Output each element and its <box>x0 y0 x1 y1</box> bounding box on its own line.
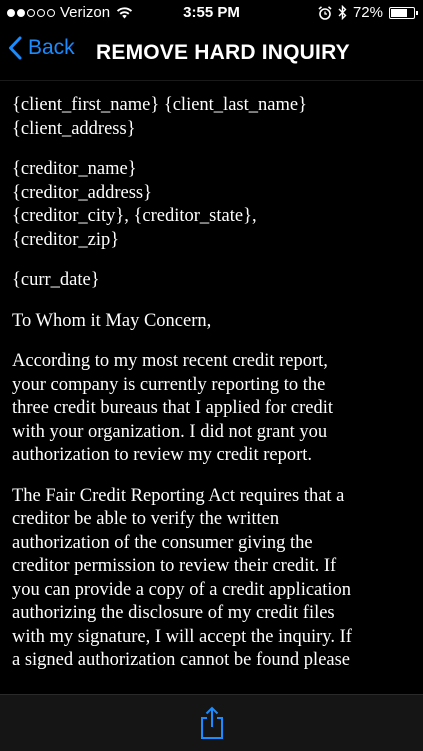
letter-body: {client_first_name} {client_last_name} {… <box>0 80 423 673</box>
letter-line: your company is currently reporting to t… <box>12 374 326 395</box>
letter-line: with my signature, I will accept the inq… <box>12 626 352 647</box>
letter-line: a signed authorization cannot be found p… <box>12 650 351 670</box>
date-line: {curr_date} <box>12 269 411 293</box>
signal-dot <box>27 8 35 17</box>
page-title: REMOVE HARD INQUIRY <box>96 41 350 64</box>
letter-line: {curr_date} <box>12 270 100 290</box>
letter-line: The Fair Credit Reporting Act requires t… <box>12 485 345 506</box>
signal-dot <box>17 8 25 17</box>
letter-line: authorization to review my credit report… <box>12 445 313 465</box>
letter-line: with your organization. I did not grant … <box>12 421 328 442</box>
signal-dot <box>47 8 55 17</box>
carrier-name: Verizon <box>60 4 111 21</box>
letter-line: authorization of the consumer giving the <box>12 532 313 553</box>
client-block: {client_first_name} {client_last_name} {… <box>12 94 411 141</box>
back-button[interactable]: Back <box>8 36 75 60</box>
signal-dot <box>7 8 15 17</box>
letter-line: {client_address} <box>12 118 136 139</box>
letter-line: authorizing the disclosure of my credit … <box>12 603 335 623</box>
share-icon <box>201 706 223 739</box>
status-left: Verizon <box>7 4 133 21</box>
letter-line: you can provide a copy of a credit appli… <box>12 579 352 600</box>
letter-line: three credit bureaus that I applied for … <box>12 398 334 418</box>
alarm-icon <box>318 5 332 20</box>
bottom-toolbar <box>0 694 423 751</box>
bluetooth-icon <box>338 5 347 20</box>
chevron-left-icon <box>9 36 22 60</box>
share-button[interactable] <box>199 706 225 740</box>
letter-line: To Whom it May Concern, <box>12 310 212 331</box>
battery-icon <box>389 6 418 19</box>
signal-strength-icon <box>7 8 55 17</box>
creditor-block: {creditor_name} {creditor_address} {cred… <box>12 158 411 252</box>
letter-line: {creditor_zip} <box>12 229 120 250</box>
paragraph-1: According to my most recent credit repor… <box>12 350 411 468</box>
battery-tip <box>416 10 418 15</box>
status-right: 72% <box>318 4 418 21</box>
letter-line: {creditor_address} <box>12 182 153 203</box>
status-bar: Verizon 3:55 PM 72% <box>0 0 423 28</box>
letter-line: {creditor_name} <box>12 159 137 179</box>
letter-scroll-view[interactable]: {client_first_name} {client_last_name} {… <box>0 80 423 694</box>
signal-dot <box>37 8 45 17</box>
letter-line: {creditor_city}, {creditor_state}, <box>12 206 257 226</box>
salutation: To Whom it May Concern, <box>12 310 411 334</box>
paragraph-2: The Fair Credit Reporting Act requires t… <box>12 485 411 673</box>
back-label: Back <box>28 36 75 59</box>
battery-fill <box>391 8 407 17</box>
letter-line: According to my most recent credit repor… <box>12 351 328 371</box>
wifi-icon <box>116 7 133 19</box>
battery-percent: 72% <box>352 4 383 21</box>
navigation-bar: Back REMOVE HARD INQUIRY <box>0 28 423 81</box>
letter-line: creditor permission to review their cred… <box>12 556 337 576</box>
letter-line: {client_first_name} {client_last_name} <box>12 95 307 115</box>
letter-line: creditor be able to verify the written <box>12 509 280 529</box>
